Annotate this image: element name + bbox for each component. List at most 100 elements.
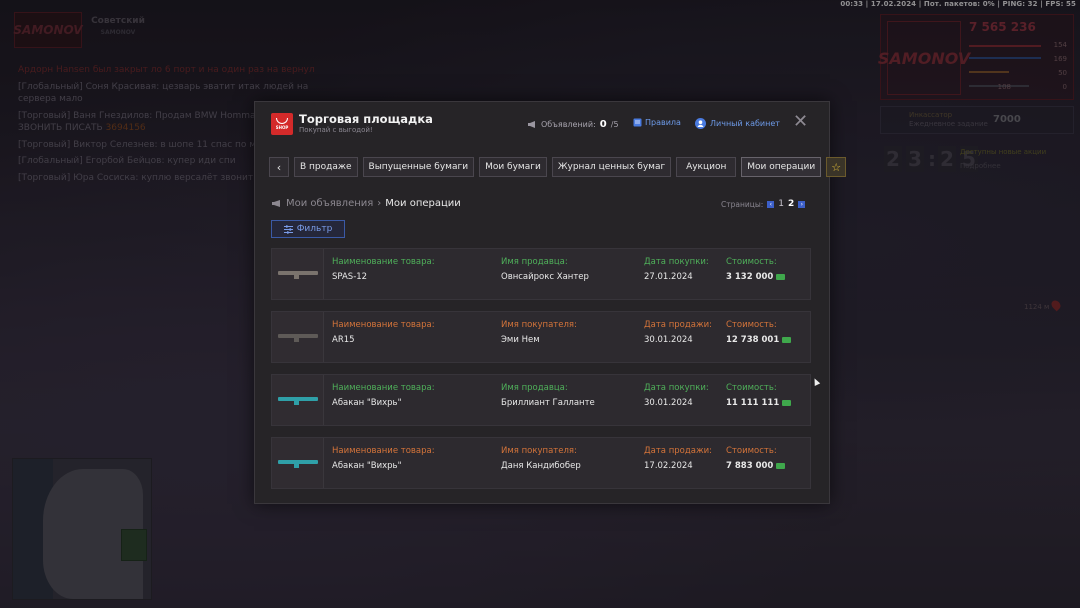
ads-counter: Объявлений: 0 /5 (527, 119, 619, 130)
date-column: Дата покупки: 30.01.2024 (644, 383, 709, 408)
party-name: Эми Нем (501, 335, 540, 345)
tab-my-operations[interactable]: Мои операции (741, 157, 822, 177)
breadcrumb-current: Мои операции (385, 198, 461, 209)
item-column: Наименование товара: Абакан "Вихрь" (332, 446, 435, 471)
favorites-star-button[interactable]: ☆ (826, 157, 847, 177)
price-label: Стоимость: (726, 446, 777, 456)
price-value-wrap: 3 132 000 (726, 272, 786, 282)
date-label: Дата покупки: (644, 257, 709, 267)
operation-row[interactable]: Наименование товара: Абакан "Вихрь" Имя … (271, 374, 811, 426)
date-value: 17.02.2024 (644, 461, 693, 471)
price-label: Стоимость: (726, 320, 777, 330)
price-value-wrap: 7 883 000 (726, 461, 786, 471)
price-column: Стоимость: 3 132 000 (726, 257, 786, 282)
party-label: Имя покупателя: (501, 446, 577, 456)
price-label: Стоимость: (726, 383, 777, 393)
cabinet-label: Личный кабинет (710, 119, 780, 128)
tab-bar: ‹ В продаже Выпущенные бумаги Мои бумаги… (269, 157, 847, 179)
megaphone-icon (528, 121, 535, 128)
modal-subtitle: Покупай с выгодой! (299, 126, 373, 134)
ads-count: 0 (599, 119, 607, 130)
party-column: Имя продавца: Бриллиант Галланте (501, 383, 595, 408)
filter-label: Фильтр (296, 224, 333, 234)
party-name: Даня Кандибобер (501, 461, 581, 471)
item-label: Наименование товара: (332, 320, 435, 330)
operations-list: Наименование товара: SPAS-12 Имя продавц… (271, 248, 811, 500)
rules-label: Правила (645, 118, 681, 127)
shopping-bag-icon (276, 118, 288, 124)
item-thumbnail (272, 438, 324, 488)
item-name: Абакан "Вихрь" (332, 461, 402, 471)
party-label: Имя покупателя: (501, 320, 577, 330)
book-icon (633, 118, 642, 127)
date-label: Дата продажи: (644, 320, 712, 330)
pages-label: Страницы: (721, 199, 764, 209)
party-name: Овнсайрокс Хантер (501, 272, 589, 282)
user-icon (695, 118, 706, 129)
shop-logo-icon: SHOP (271, 113, 293, 135)
price-column: Стоимость: 12 738 001 (726, 320, 792, 345)
party-label: Имя продавца: (501, 257, 568, 267)
item-column: Наименование товара: Абакан "Вихрь" (332, 383, 435, 408)
date-column: Дата покупки: 27.01.2024 (644, 257, 709, 282)
operation-row[interactable]: Наименование товара: Абакан "Вихрь" Имя … (271, 437, 811, 489)
cash-icon (782, 337, 792, 343)
operation-row[interactable]: Наименование товара: AR15 Имя покупателя… (271, 311, 811, 363)
cash-icon (782, 400, 792, 406)
price-column: Стоимость: 11 111 111 (726, 383, 792, 408)
shotgun-icon (278, 271, 318, 279)
party-column: Имя покупателя: Даня Кандибобер (501, 446, 581, 471)
megaphone-icon (272, 200, 280, 207)
date-label: Дата покупки: (644, 383, 709, 393)
item-thumbnail (272, 375, 324, 425)
price-value: 7 883 000 (726, 461, 774, 471)
page-number-current[interactable]: 2 (788, 199, 794, 209)
rules-link[interactable]: Правила (633, 118, 681, 127)
party-column: Имя продавца: Овнсайрокс Хантер (501, 257, 589, 282)
tab-my-securities[interactable]: Мои бумаги (479, 157, 547, 177)
party-name: Бриллиант Галланте (501, 398, 595, 408)
price-value-wrap: 11 111 111 (726, 398, 792, 408)
date-value: 30.01.2024 (644, 335, 693, 345)
next-page-button[interactable]: › (798, 200, 806, 208)
rifle-icon (278, 334, 318, 342)
price-column: Стоимость: 7 883 000 (726, 446, 786, 471)
page-number[interactable]: 1 (778, 199, 784, 209)
price-value: 11 111 111 (726, 398, 780, 408)
item-name: SPAS-12 (332, 272, 368, 282)
breadcrumb-parent[interactable]: Мои объявления (286, 198, 373, 209)
date-column: Дата продажи: 17.02.2024 (644, 446, 712, 471)
personal-account-link[interactable]: Личный кабинет (695, 118, 780, 129)
operation-row[interactable]: Наименование товара: SPAS-12 Имя продавц… (271, 248, 811, 300)
date-column: Дата продажи: 30.01.2024 (644, 320, 712, 345)
cash-icon (776, 463, 786, 469)
tab-securities-journal[interactable]: Журнал ценных бумаг (551, 157, 672, 177)
price-value: 12 738 001 (726, 335, 780, 345)
ads-max: /5 (610, 120, 619, 129)
breadcrumb: Мои объявления › Мои операции (271, 198, 461, 209)
item-thumbnail (272, 312, 324, 362)
filter-button[interactable]: Фильтр (271, 220, 345, 238)
back-button[interactable]: ‹ (269, 157, 289, 177)
party-label: Имя продавца: (501, 383, 568, 393)
prev-page-button[interactable]: ‹ (767, 200, 775, 208)
shop-badge-label: SHOP (275, 125, 289, 130)
tab-on-sale[interactable]: В продаже (294, 157, 358, 177)
ads-label: Объявлений: (541, 120, 596, 129)
filter-icon (283, 224, 293, 234)
rifle-icon (278, 397, 318, 405)
price-label: Стоимость: (726, 257, 777, 267)
close-button[interactable]: ✕ (793, 112, 808, 132)
item-name: AR15 (332, 335, 355, 345)
item-column: Наименование товара: SPAS-12 (332, 257, 435, 282)
date-value: 27.01.2024 (644, 272, 693, 282)
marketplace-modal: SHOP Торговая площадка Покупай с выгодой… (254, 101, 847, 504)
item-column: Наименование товара: AR15 (332, 320, 435, 345)
tab-auction[interactable]: Аукцион (676, 157, 737, 177)
party-column: Имя покупателя: Эми Нем (501, 320, 577, 345)
tab-issued-securities[interactable]: Выпущенные бумаги (362, 157, 475, 177)
item-label: Наименование товара: (332, 446, 435, 456)
item-label: Наименование товара: (332, 257, 435, 267)
rifle-icon (278, 460, 318, 468)
date-label: Дата продажи: (644, 446, 712, 456)
